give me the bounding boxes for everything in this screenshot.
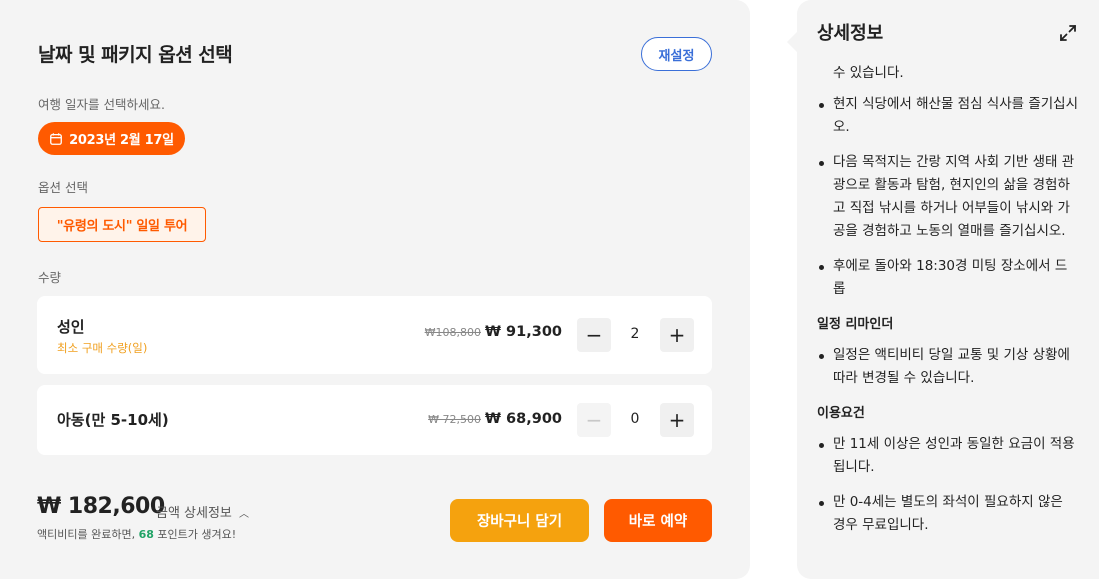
decrease-button[interactable]: − xyxy=(577,403,611,437)
list-item: 만 0-4세는 별도의 좌석이 필요하지 않은 경우 무료입니다. xyxy=(817,491,1079,537)
price-detail-link[interactable]: 금액 상세정보 ︿ xyxy=(156,502,249,521)
price-detail-label: 금액 상세정보 xyxy=(156,506,232,521)
date-value: 2023년 2월 17일 xyxy=(69,133,174,148)
details-title: 상세정보 xyxy=(817,23,884,44)
points-note: 액티비티를 완료하면, 68 포인트가 생겨요! xyxy=(37,526,236,542)
requirements-heading: 이용요건 xyxy=(817,406,865,421)
ticket-name: 성인 xyxy=(57,318,85,336)
original-price: ₩ 72,500 xyxy=(428,413,481,426)
original-price: ₩108,800 xyxy=(424,326,481,339)
list-item: 일정은 액티비티 당일 교통 및 기상 상황에 따라 변경될 수 있습니다. xyxy=(817,344,1079,390)
option-label: 옵션 선택 xyxy=(38,180,88,195)
expand-icon[interactable] xyxy=(1059,24,1077,42)
ticket-name: 아동(만 5-10세) xyxy=(57,411,169,429)
calendar-icon xyxy=(50,132,63,145)
requirements-list: 만 11세 이상은 성인과 동일한 요금이 적용됩니다. 만 0-4세는 별도의… xyxy=(817,433,1079,537)
price-group: ₩ 72,500 ₩ 68,900 xyxy=(428,411,562,427)
quantity-row-child: 아동(만 5-10세) ₩ 72,500 ₩ 68,900 − 0 + xyxy=(37,385,712,455)
increase-button[interactable]: + xyxy=(660,403,694,437)
price-group: ₩108,800 ₩ 91,300 xyxy=(425,324,562,340)
text-fragment: 수 있습니다. xyxy=(833,65,904,81)
quantity-row-adult: 성인 최소 구매 수량(일) ₩108,800 ₩ 91,300 − 2 + xyxy=(37,296,712,374)
details-content: 수 있습니다. 현지 식당에서 해산물 점심 식사를 즐기십시오. 다음 목적지… xyxy=(817,62,1079,549)
points-prefix: 액티비티를 완료하면, xyxy=(37,528,139,541)
increase-button[interactable]: + xyxy=(660,318,694,352)
list-item: 현지 식당에서 해산물 점심 식사를 즐기십시오. xyxy=(817,93,1079,139)
points-suffix: 포인트가 생겨요! xyxy=(153,528,237,541)
details-panel: 상세정보 수 있습니다. 현지 식당에서 해산물 점심 식사를 즐기십시오. 다… xyxy=(787,0,1099,579)
total-price: ₩ 182,600 xyxy=(37,494,165,519)
option-chip-ghost-city-tour[interactable]: "유령의 도시" 일일 투어 xyxy=(38,207,206,242)
min-purchase-note: 최소 구매 수량(일) xyxy=(57,341,148,355)
points-value: 68 xyxy=(138,528,154,541)
sale-price: ₩ 91,300 xyxy=(485,324,562,340)
quantity-value: 0 xyxy=(630,411,640,427)
list-item: 다음 목적지는 간랑 지역 사회 기반 생태 관광으로 활동과 탐험, 현지인의… xyxy=(817,151,1079,243)
itinerary-list: 현지 식당에서 해산물 점심 식사를 즐기십시오. 다음 목적지는 간랑 지역 … xyxy=(817,93,1079,301)
reminder-list: 일정은 액티비티 당일 교통 및 기상 상황에 따라 변경될 수 있습니다. xyxy=(817,344,1079,390)
booking-panel: 날짜 및 패키지 옵션 선택 재설정 여행 일자를 선택하세요. 2023년 2… xyxy=(0,0,750,579)
chevron-up-icon: ︿ xyxy=(239,509,250,520)
reset-button[interactable]: 재설정 xyxy=(641,37,712,71)
book-now-button[interactable]: 바로 예약 xyxy=(604,499,712,542)
quantity-value: 2 xyxy=(630,326,640,342)
add-to-cart-button[interactable]: 장바구니 담기 xyxy=(450,499,589,542)
date-picker-button[interactable]: 2023년 2월 17일 xyxy=(38,122,185,155)
sale-price: ₩ 68,900 xyxy=(485,411,562,427)
list-item: 후에로 돌아와 18:30경 미팅 장소에서 드롭 xyxy=(817,255,1079,301)
date-label: 여행 일자를 선택하세요. xyxy=(38,97,165,112)
quantity-label: 수량 xyxy=(38,270,62,285)
decrease-button[interactable]: − xyxy=(577,318,611,352)
reminder-heading: 일정 리마인더 xyxy=(817,317,894,332)
list-item: 만 11세 이상은 성인과 동일한 요금이 적용됩니다. xyxy=(817,433,1079,479)
page-title: 날짜 및 패키지 옵션 선택 xyxy=(38,44,233,66)
